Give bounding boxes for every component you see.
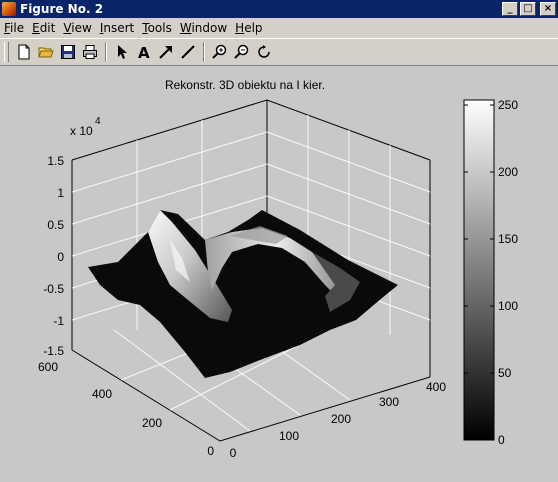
- y-tick-label: 200: [142, 416, 162, 430]
- colorbar: 250 200 150 100 50 0: [463, 98, 518, 447]
- y-tick-label: 600: [38, 360, 58, 374]
- zoom-out-icon: [234, 44, 249, 59]
- new-file-icon: [18, 44, 30, 60]
- close-button[interactable]: ×: [540, 2, 556, 16]
- plot-title: Rekonstr. 3D obiektu na I kier.: [165, 78, 325, 92]
- open-file-button[interactable]: [35, 41, 57, 63]
- x-tick-label: 0: [230, 446, 237, 460]
- figure-canvas[interactable]: Rekonstr. 3D obiektu na I kier. x 10 4 1…: [0, 66, 558, 482]
- z-exponent-power: 4: [95, 116, 101, 127]
- matlab-app-icon: [2, 2, 16, 16]
- menu-tools[interactable]: Tools: [138, 21, 176, 35]
- zoom-in-button[interactable]: [209, 41, 231, 63]
- zoom-in-icon: [212, 44, 227, 59]
- x-tick-label: 400: [426, 380, 446, 394]
- x-tick-label: 100: [279, 429, 299, 443]
- minimize-icon: _: [507, 3, 513, 14]
- colorbar-gradient: [463, 99, 495, 441]
- new-figure-button[interactable]: [13, 41, 35, 63]
- z-tick-label: -1.5: [43, 344, 64, 358]
- colorbar-tick-label: 250: [498, 98, 518, 112]
- insert-line-icon: [181, 45, 195, 59]
- menu-view[interactable]: View: [59, 21, 95, 35]
- toolbar-separator: [105, 42, 107, 62]
- y-tick-label: 0: [207, 444, 214, 458]
- x-tick-label: 200: [331, 412, 351, 426]
- surface-mesh: [88, 210, 398, 378]
- rotate-3d-button[interactable]: [253, 41, 275, 63]
- menu-window[interactable]: Window: [176, 21, 231, 35]
- y-axis-ticks: 600 400 200 0: [38, 360, 214, 458]
- figure-toolbar: A: [0, 38, 558, 66]
- maximize-button[interactable]: □: [520, 2, 536, 16]
- colorbar-tick-label: 150: [498, 232, 518, 246]
- surface-plot: Rekonstr. 3D obiektu na I kier. x 10 4 1…: [38, 78, 518, 460]
- open-folder-icon: [38, 47, 54, 58]
- menu-edit[interactable]: Edit: [28, 21, 59, 35]
- pointer-arrow-icon: [118, 45, 127, 59]
- zoom-out-button[interactable]: [231, 41, 253, 63]
- insert-text-icon: A: [138, 44, 150, 60]
- x-tick-label: 300: [379, 395, 399, 409]
- colorbar-tick-label: 200: [498, 165, 518, 179]
- z-tick-label: -1: [53, 314, 64, 328]
- colorbar-tick-label: 0: [498, 433, 505, 447]
- z-tick-label: 1: [57, 186, 64, 200]
- z-tick-label: 0.5: [47, 218, 64, 232]
- colorbar-tick-label: 100: [498, 299, 518, 313]
- print-icon: [83, 45, 97, 59]
- window-title: Figure No. 2: [20, 2, 104, 16]
- window-titlebar[interactable]: Figure No. 2 _ □ ×: [0, 0, 558, 18]
- insert-arrow-button[interactable]: [155, 41, 177, 63]
- menu-help[interactable]: Help: [231, 21, 266, 35]
- z-exponent-base: x 10: [70, 124, 93, 138]
- minimize-button[interactable]: _: [502, 2, 518, 16]
- insert-arrow-icon: [159, 46, 172, 59]
- rotate-3d-icon: [258, 45, 270, 58]
- z-tick-label: 1.5: [47, 154, 64, 168]
- y-tick-label: 400: [92, 387, 112, 401]
- menu-bar: File Edit View Insert Tools Window Help: [0, 18, 558, 37]
- z-tick-label: -0.5: [43, 282, 64, 296]
- close-icon: ×: [543, 3, 553, 14]
- toolbar-separator: [203, 42, 205, 62]
- menu-file[interactable]: File: [0, 21, 28, 35]
- colorbar-tick-label: 50: [498, 366, 512, 380]
- menu-insert[interactable]: Insert: [96, 21, 138, 35]
- insert-line-button[interactable]: [177, 41, 199, 63]
- edit-plot-button[interactable]: [111, 41, 133, 63]
- maximize-icon: □: [523, 3, 533, 14]
- save-icon: [61, 45, 75, 59]
- z-axis-ticks: 1.5 1 0.5 0 -0.5 -1 -1.5: [43, 154, 64, 358]
- print-button[interactable]: [79, 41, 101, 63]
- svg-text:A: A: [138, 44, 150, 60]
- save-button[interactable]: [57, 41, 79, 63]
- z-tick-label: 0: [57, 250, 64, 264]
- insert-text-button[interactable]: A: [133, 41, 155, 63]
- toolbar-grip[interactable]: [4, 42, 9, 62]
